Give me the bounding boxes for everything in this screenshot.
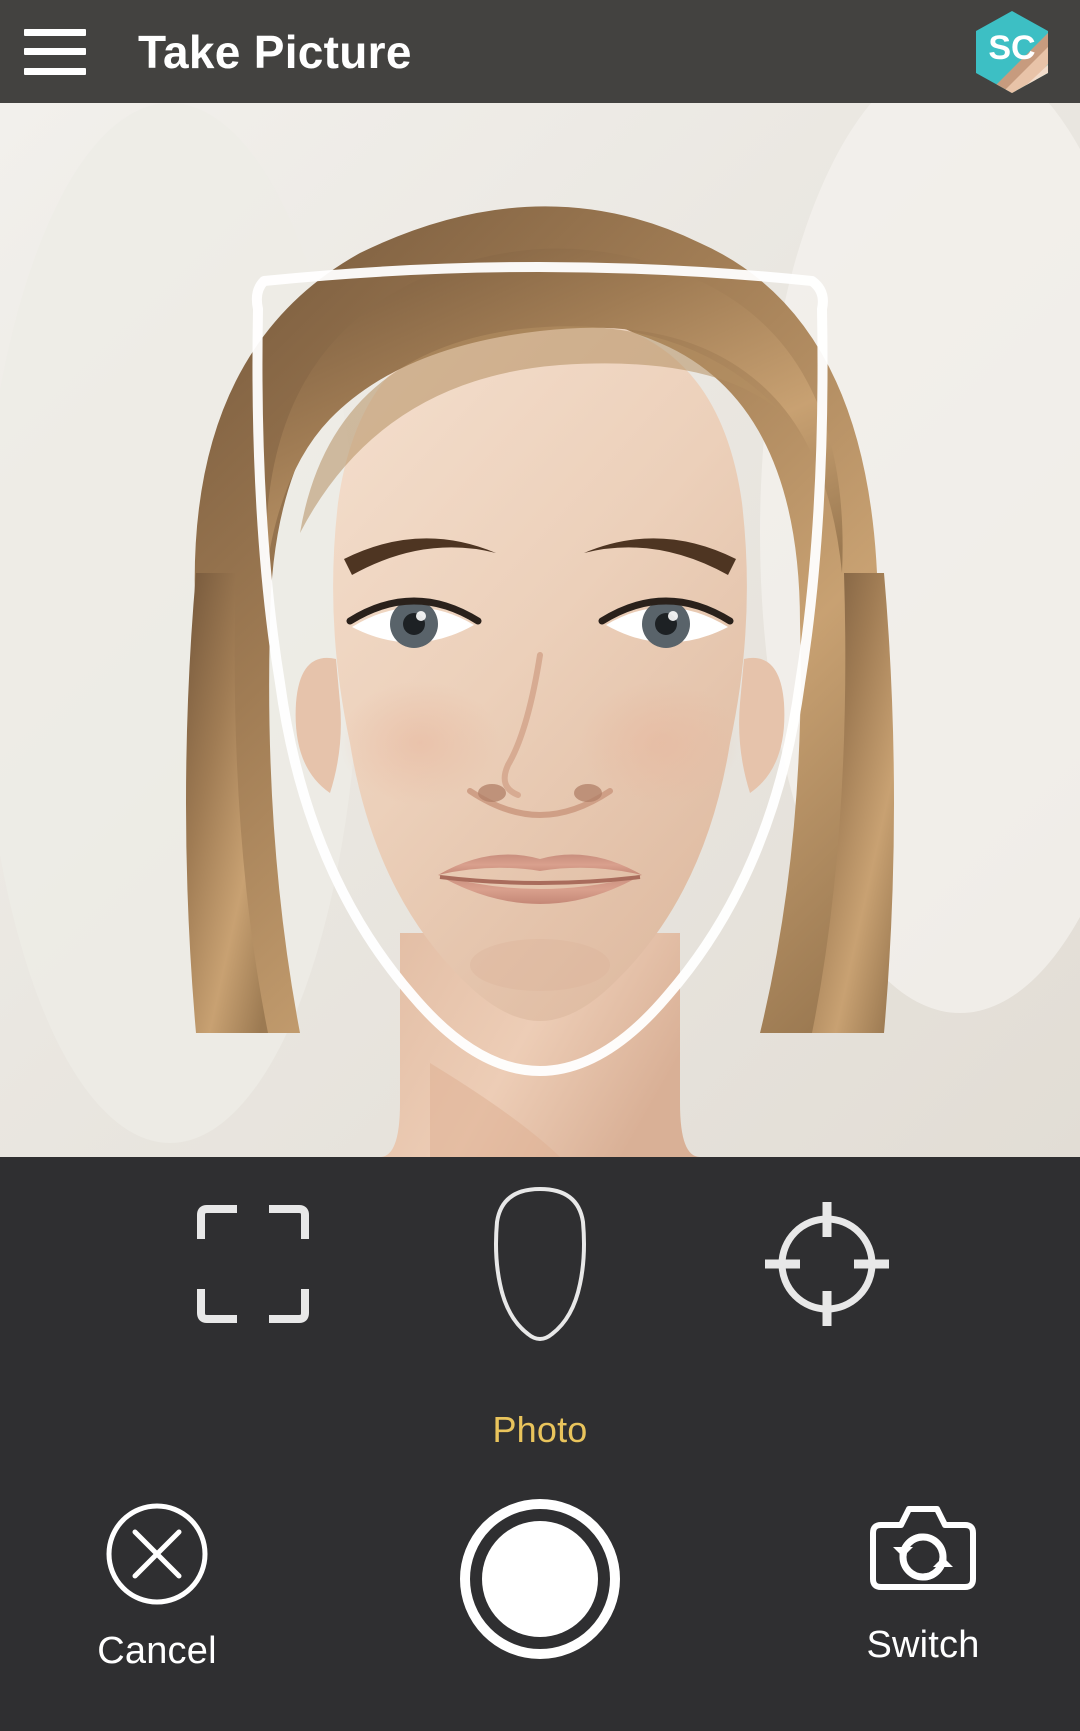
capture-action-row: Cancel Switch <box>0 1499 1080 1673</box>
crop-frame-icon <box>193 1199 313 1329</box>
mode-face-oval-button[interactable] <box>465 1184 615 1344</box>
hamburger-bar <box>24 67 86 75</box>
hamburger-menu-icon[interactable] <box>24 28 86 75</box>
crosshair-target-icon <box>762 1199 892 1329</box>
preview-subject-image <box>0 103 1080 1157</box>
switch-label: Switch <box>866 1624 980 1666</box>
cancel-label: Cancel <box>97 1630 217 1672</box>
take-picture-screen: Take Picture SC Photo Cancel Switch <box>0 0 1080 1731</box>
app-header: Take Picture SC <box>0 0 1080 103</box>
switch-camera-icon <box>867 1499 979 1608</box>
logo-text: SC <box>988 29 1035 67</box>
camera-controls-panel: Photo Cancel Switch <box>0 1157 1080 1731</box>
camera-preview[interactable] <box>0 103 1080 1157</box>
cancel-x-circle-icon <box>102 1499 212 1614</box>
cancel-button[interactable]: Cancel <box>42 1499 272 1673</box>
page-title: Take Picture <box>138 25 412 78</box>
face-oval-icon <box>486 1184 594 1344</box>
shutter-button[interactable] <box>410 1499 670 1664</box>
switch-camera-button[interactable]: Switch <box>808 1499 1038 1667</box>
mode-crosshair-target-button[interactable] <box>752 1184 902 1344</box>
hamburger-bar <box>24 48 86 55</box>
capture-mode-row <box>0 1169 1080 1359</box>
mode-crop-frame-button[interactable] <box>178 1184 328 1344</box>
app-logo-hexagon-icon[interactable]: SC <box>972 9 1052 95</box>
active-mode-label: Photo <box>492 1409 588 1450</box>
hamburger-bar <box>24 28 86 36</box>
shutter-button-icon <box>460 1499 620 1664</box>
